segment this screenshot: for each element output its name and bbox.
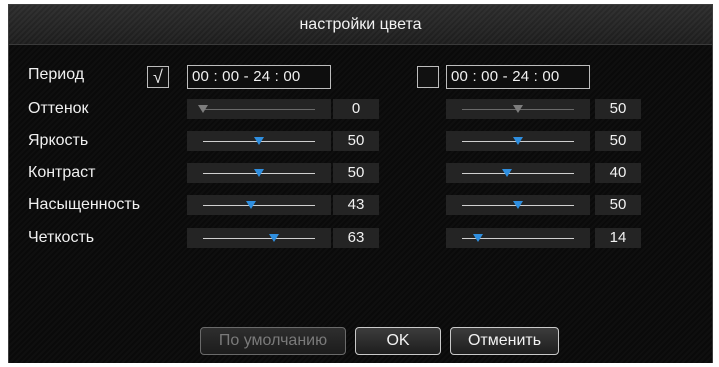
slider-track <box>203 205 315 206</box>
brightness-left-slider[interactable] <box>187 131 331 151</box>
hue-left-value: 0 <box>333 99 379 119</box>
saturation-right-value: 50 <box>595 195 641 215</box>
slider-thumb[interactable] <box>472 234 483 242</box>
hue-right-slider[interactable] <box>446 99 590 119</box>
hue-right-value: 50 <box>595 99 641 119</box>
period-left-checkbox[interactable]: √ <box>147 66 169 88</box>
slider-track <box>203 238 315 239</box>
settings-panel: Период √ 00 : 00 - 24 : 00 00 : 00 - 24 … <box>9 45 712 363</box>
slider-thumb[interactable] <box>501 169 512 177</box>
contrast-label: Контраст <box>28 164 96 181</box>
period-left-time-field[interactable]: 00 : 00 - 24 : 00 <box>187 65 331 89</box>
sharpness-left-slider[interactable] <box>187 228 331 248</box>
slider-thumb[interactable] <box>198 105 208 113</box>
contrast-left-value: 50 <box>333 163 379 183</box>
sharpness-label: Четкость <box>28 229 95 246</box>
default-button[interactable]: По умолчанию <box>200 327 346 355</box>
contrast-right-slider[interactable] <box>446 163 590 183</box>
period-label: Период <box>28 66 85 83</box>
saturation-left-value: 43 <box>333 195 379 215</box>
slider-track <box>203 109 315 110</box>
ok-button[interactable]: OK <box>355 327 441 355</box>
slider-thumb[interactable] <box>254 169 264 177</box>
saturation-right-slider[interactable] <box>446 195 590 215</box>
slider-thumb[interactable] <box>513 137 523 145</box>
saturation-label: Насыщенность <box>28 196 141 213</box>
slider-thumb[interactable] <box>254 137 264 145</box>
color-settings-dialog: настройки цвета Период √ 00 : 00 - 24 : … <box>8 4 713 363</box>
hue-left-slider[interactable] <box>187 99 331 119</box>
dialog-title: настройки цвета <box>299 16 422 33</box>
contrast-left-slider[interactable] <box>187 163 331 183</box>
slider-thumb[interactable] <box>246 201 257 209</box>
slider-track <box>462 173 574 174</box>
brightness-right-value: 50 <box>595 131 641 151</box>
slider-thumb[interactable] <box>513 105 523 113</box>
period-right-time-field[interactable]: 00 : 00 - 24 : 00 <box>446 65 590 89</box>
sharpness-left-value: 63 <box>333 228 379 248</box>
title-bar[interactable]: настройки цвета <box>9 5 712 45</box>
slider-thumb[interactable] <box>513 201 523 209</box>
brightness-right-slider[interactable] <box>446 131 590 151</box>
slider-thumb[interactable] <box>268 234 279 242</box>
sharpness-right-slider[interactable] <box>446 228 590 248</box>
hue-label: Оттенок <box>28 100 89 117</box>
cancel-button[interactable]: Отменить <box>450 327 559 355</box>
sharpness-right-value: 14 <box>595 228 641 248</box>
brightness-left-value: 50 <box>333 131 379 151</box>
contrast-right-value: 40 <box>595 163 641 183</box>
brightness-label: Яркость <box>28 132 89 149</box>
saturation-left-slider[interactable] <box>187 195 331 215</box>
period-right-checkbox[interactable] <box>417 66 439 88</box>
